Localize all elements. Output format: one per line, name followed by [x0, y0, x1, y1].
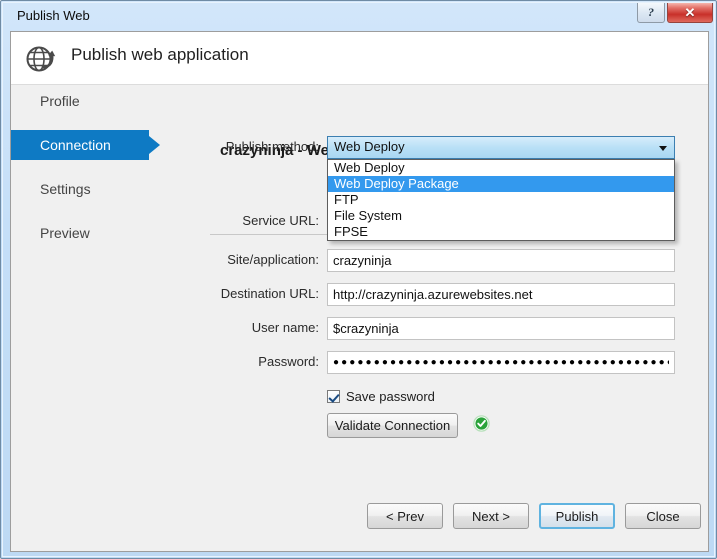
window-title: Publish Web [17, 8, 90, 23]
validate-connection-button[interactable]: Validate Connection [327, 413, 458, 438]
password-label: Password: [258, 354, 319, 369]
publish-method-label: Publish method: [225, 139, 319, 154]
wizard-sidebar: Profile Connection Settings Preview [11, 86, 186, 262]
sidebar-item-settings[interactable]: Settings [11, 174, 149, 204]
password-input[interactable]: ●●●●●●●●●●●●●●●●●●●●●●●●●●●●●●●●●●●●●●●●… [327, 351, 675, 374]
destination-url-input[interactable]: http://crazyninja.azurewebsites.net [327, 283, 675, 306]
publish-web-dialog-window: Publish Web ? ✕ Publish web application [0, 0, 717, 559]
sidebar-item-label: Settings [40, 181, 91, 197]
destination-url-label: Destination URL: [220, 286, 319, 301]
next-button[interactable]: Next > [453, 503, 529, 529]
site-application-label: Site/application: [227, 252, 319, 267]
close-button[interactable]: Close [625, 503, 701, 529]
user-name-input[interactable]: $crazyninja [327, 317, 675, 340]
prev-button[interactable]: < Prev [367, 503, 443, 529]
help-icon[interactable]: ? [637, 3, 665, 23]
green-check-icon [473, 415, 490, 432]
connection-panel: crazyninja - Web Deploy * Publish method… [186, 86, 708, 551]
close-icon[interactable]: ✕ [667, 3, 713, 23]
dropdown-option-web-deploy-package[interactable]: Web Deploy Package [328, 176, 674, 192]
dialog-footer: < Prev Next > Publish Close [11, 491, 708, 551]
service-url-label: Service URL: [242, 213, 319, 228]
dialog-client-area: Publish web application Profile Connecti… [10, 31, 709, 552]
window-controls: ? ✕ [637, 3, 713, 23]
sidebar-item-label: Connection [40, 137, 111, 153]
sidebar-item-label: Preview [40, 225, 90, 241]
title-bar: Publish Web ? ✕ [3, 3, 716, 29]
chevron-down-icon [659, 146, 667, 151]
save-password-row[interactable]: Save password [327, 389, 435, 404]
dropdown-option-web-deploy[interactable]: Web Deploy [328, 160, 674, 176]
site-application-input[interactable]: crazyninja [327, 249, 675, 272]
dropdown-option-file-system[interactable]: File System [328, 208, 674, 224]
save-password-label: Save password [346, 389, 435, 404]
sidebar-item-preview[interactable]: Preview [11, 218, 149, 248]
dropdown-option-ftp[interactable]: FTP [328, 192, 674, 208]
save-password-checkbox[interactable] [327, 390, 340, 403]
sidebar-item-connection[interactable]: Connection [11, 130, 160, 160]
sidebar-item-profile[interactable]: Profile [11, 86, 149, 116]
publish-method-combobox[interactable]: Web Deploy [327, 136, 675, 159]
dialog-header: Publish web application [11, 32, 708, 85]
user-name-label: User name: [251, 320, 319, 335]
publish-method-dropdown-list[interactable]: Web Deploy Web Deploy Package FTP File S… [327, 159, 675, 241]
globe-publish-icon [23, 40, 59, 76]
dropdown-option-fpse[interactable]: FPSE [328, 224, 674, 240]
sidebar-item-label: Profile [40, 93, 80, 109]
password-masked-value: ●●●●●●●●●●●●●●●●●●●●●●●●●●●●●●●●●●●●●●●●… [333, 357, 669, 368]
publish-method-value: Web Deploy [334, 139, 405, 154]
publish-button[interactable]: Publish [539, 503, 615, 529]
page-title: Publish web application [71, 45, 249, 64]
